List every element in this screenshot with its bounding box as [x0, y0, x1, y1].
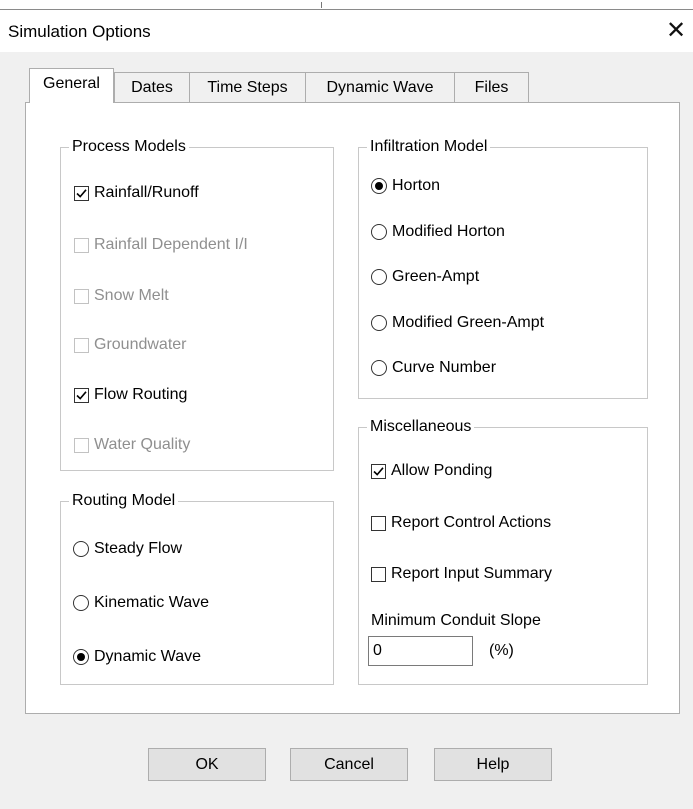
checkbox-checked-icon: [74, 185, 89, 201]
report-input-summary-checkbox[interactable]: Report Input Summary: [371, 562, 552, 586]
general-tab-panel: Process Models Rainfall/Runoff Rainfall …: [25, 102, 680, 714]
tab-files-label: Files: [474, 79, 509, 96]
horton-radio[interactable]: Horton: [371, 174, 440, 198]
ok-button[interactable]: OK: [148, 748, 266, 781]
tab-files[interactable]: Files: [454, 72, 529, 102]
modified-green-ampt-label: Modified Green-Ampt: [392, 314, 545, 331]
dynamic-wave-radio[interactable]: Dynamic Wave: [73, 645, 201, 669]
green-ampt-radio[interactable]: Green-Ampt: [371, 265, 479, 289]
top-border-line: [0, 9, 693, 10]
min-conduit-slope-input[interactable]: [368, 636, 473, 666]
checkbox-unchecked-icon: [74, 237, 89, 253]
tab-time-steps[interactable]: Time Steps: [189, 72, 306, 102]
rainfall-dependent-ii-checkbox[interactable]: Rainfall Dependent I/I: [74, 233, 248, 257]
process-models-group: Process Models Rainfall/Runoff Rainfall …: [60, 137, 334, 471]
rainfall-dependent-ii-label: Rainfall Dependent I/I: [94, 236, 248, 253]
steady-flow-radio[interactable]: Steady Flow: [73, 537, 182, 561]
miscellaneous-group: Miscellaneous Allow Ponding Report Contr…: [358, 417, 648, 685]
water-quality-checkbox[interactable]: Water Quality: [74, 433, 190, 457]
percent-unit-label: (%): [489, 642, 514, 659]
min-conduit-slope-unit: (%): [489, 639, 514, 663]
kinematic-wave-label: Kinematic Wave: [94, 594, 209, 611]
checkbox-unchecked-icon: [371, 566, 386, 582]
kinematic-wave-radio[interactable]: Kinematic Wave: [73, 591, 209, 615]
horton-label: Horton: [392, 177, 441, 194]
green-ampt-label: Green-Ampt: [392, 268, 480, 285]
radio-selected-icon: [371, 178, 387, 194]
radio-unselected-icon: [371, 360, 387, 376]
infiltration-model-label: Infiltration Model: [367, 137, 491, 157]
min-conduit-slope-text: Minimum Conduit Slope: [371, 612, 541, 629]
tab-general-label: General: [43, 75, 100, 92]
report-input-summary-label: Report Input Summary: [391, 565, 552, 582]
tab-time-steps-label: Time Steps: [207, 79, 288, 96]
checkbox-checked-icon: [371, 463, 386, 479]
modified-horton-radio[interactable]: Modified Horton: [371, 220, 505, 244]
tab-general[interactable]: General: [29, 68, 114, 103]
snow-melt-checkbox[interactable]: Snow Melt: [74, 284, 169, 308]
steady-flow-label: Steady Flow: [94, 540, 183, 557]
checkbox-unchecked-icon: [74, 437, 89, 453]
allow-ponding-checkbox[interactable]: Allow Ponding: [371, 459, 492, 483]
infiltration-model-group: Infiltration Model Horton Modified Horto…: [358, 137, 648, 399]
tab-dynamic-wave-label: Dynamic Wave: [326, 79, 434, 96]
checkbox-unchecked-icon: [74, 337, 89, 353]
tab-dates-label: Dates: [131, 79, 173, 96]
modified-green-ampt-radio[interactable]: Modified Green-Ampt: [371, 311, 544, 335]
allow-ponding-label: Allow Ponding: [391, 462, 493, 479]
title-bar: Simulation Options ✕: [0, 0, 693, 52]
radio-unselected-icon: [371, 224, 387, 240]
routing-model-label: Routing Model: [69, 491, 179, 511]
ok-button-label: OK: [195, 756, 219, 773]
cancel-button[interactable]: Cancel: [290, 748, 408, 781]
close-icon: ✕: [665, 17, 687, 44]
radio-selected-icon: [73, 649, 89, 665]
checkbox-unchecked-icon: [74, 288, 89, 304]
miscellaneous-label: Miscellaneous: [367, 417, 475, 437]
flow-routing-checkbox[interactable]: Flow Routing: [74, 383, 187, 407]
top-border-tick: [321, 2, 322, 8]
window-title: Simulation Options: [8, 22, 151, 41]
groundwater-checkbox[interactable]: Groundwater: [74, 333, 187, 357]
report-control-actions-checkbox[interactable]: Report Control Actions: [371, 511, 551, 535]
radio-unselected-icon: [73, 541, 89, 557]
cancel-button-label: Cancel: [324, 756, 374, 773]
routing-model-group: Routing Model Steady Flow Kinematic Wave…: [60, 491, 334, 685]
report-control-actions-label: Report Control Actions: [391, 514, 552, 531]
groundwater-label: Groundwater: [94, 336, 187, 353]
modified-horton-label: Modified Horton: [392, 223, 505, 240]
radio-unselected-icon: [371, 315, 387, 331]
rainfall-runoff-checkbox[interactable]: Rainfall/Runoff: [74, 181, 199, 205]
close-button[interactable]: ✕: [661, 16, 691, 46]
curve-number-radio[interactable]: Curve Number: [371, 356, 496, 380]
help-button-label: Help: [476, 756, 510, 773]
snow-melt-label: Snow Melt: [94, 287, 169, 304]
tab-dates[interactable]: Dates: [114, 72, 190, 102]
rainfall-runoff-label: Rainfall/Runoff: [94, 184, 199, 201]
water-quality-label: Water Quality: [94, 436, 191, 453]
curve-number-label: Curve Number: [392, 359, 497, 376]
tab-dynamic-wave[interactable]: Dynamic Wave: [305, 72, 455, 102]
flow-routing-label: Flow Routing: [94, 386, 188, 403]
radio-unselected-icon: [73, 595, 89, 611]
process-models-label: Process Models: [69, 137, 189, 157]
help-button[interactable]: Help: [434, 748, 552, 781]
checkbox-unchecked-icon: [371, 515, 386, 531]
dynamic-wave-label: Dynamic Wave: [94, 648, 201, 665]
checkbox-checked-icon: [74, 387, 89, 403]
min-conduit-slope-label: Minimum Conduit Slope: [371, 609, 541, 633]
radio-unselected-icon: [371, 269, 387, 285]
